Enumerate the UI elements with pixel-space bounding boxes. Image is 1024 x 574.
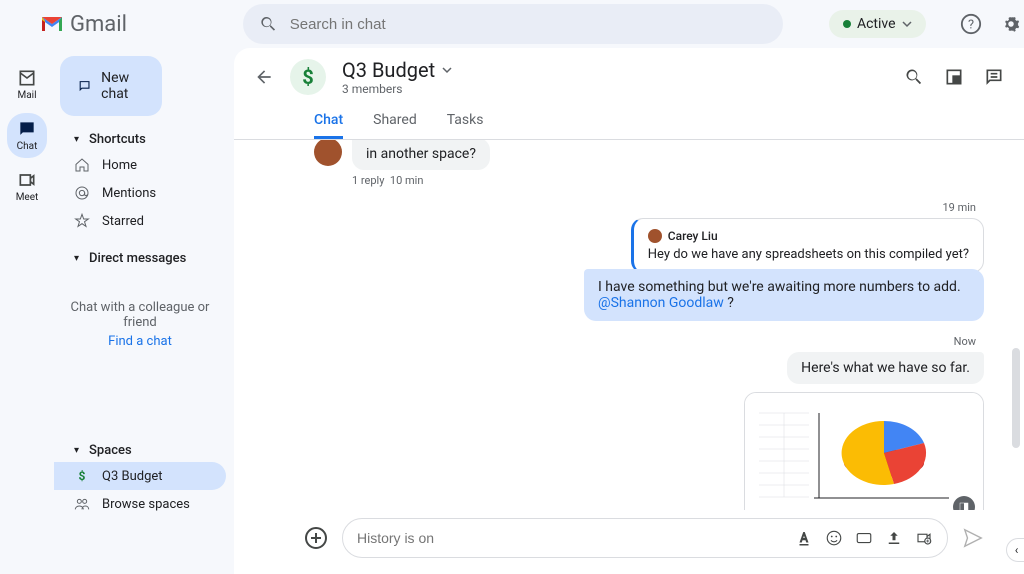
sidebar-icon <box>958 501 970 510</box>
spaces-header[interactable]: ▾Spaces <box>54 439 226 462</box>
sidebar-mentions[interactable]: Mentions <box>54 179 226 207</box>
tab-tasks[interactable]: Tasks <box>447 104 484 139</box>
upload-icon[interactable] <box>885 529 903 547</box>
content-pane: $ Q3 Budget 3 members Chat Shared Tasks … <box>234 48 1024 574</box>
back-arrow[interactable] <box>254 67 274 87</box>
search-input[interactable] <box>290 16 767 33</box>
quote-avatar <box>648 229 662 243</box>
thread-icon[interactable] <box>984 67 1004 87</box>
svg-text:?: ? <box>967 18 973 33</box>
settings-icon[interactable] <box>1000 13 1022 35</box>
message-list[interactable]: in another space? 1 reply 10 min 19 min … <box>234 140 1024 510</box>
own-message: Here's what we have so far. <box>787 352 984 384</box>
scrollbar[interactable] <box>1012 348 1020 448</box>
space-q3-budget[interactable]: $Q3 Budget <box>54 462 226 490</box>
app-rail: Mail Chat Meet <box>0 48 54 574</box>
svg-text:$: $ <box>79 469 86 483</box>
attachment-card[interactable]: Q3 chart <box>744 392 984 510</box>
format-icon[interactable] <box>795 529 813 547</box>
find-chat-link[interactable]: Find a chat <box>66 334 214 349</box>
dollar-icon: $ <box>74 468 90 484</box>
new-chat-button[interactable]: New chat <box>60 56 162 116</box>
timestamp: 19 min <box>314 201 976 214</box>
status-pill[interactable]: Active <box>829 10 926 38</box>
sidebar-home[interactable]: Home <box>54 151 226 179</box>
add-button[interactable] <box>304 526 328 550</box>
search-icon <box>259 14 278 34</box>
chevron-down-icon <box>902 19 912 29</box>
status-dot-icon <box>843 20 851 28</box>
help-icon[interactable]: ? <box>960 13 982 35</box>
star-icon <box>74 213 90 229</box>
attachment-preview <box>745 393 983 510</box>
gmail-icon <box>40 15 64 33</box>
message-bubble: in another space? <box>352 140 490 170</box>
find-chat-prompt: Chat with a colleague or friend Find a c… <box>54 300 226 349</box>
browse-spaces[interactable]: Browse spaces <box>54 490 226 518</box>
timestamp: Now <box>314 335 976 348</box>
meet-link-icon[interactable] <box>915 529 933 547</box>
gif-icon[interactable] <box>855 529 873 547</box>
chevron-down-icon: ▾ <box>74 445 79 456</box>
home-icon <box>74 157 90 173</box>
sidebar-starred[interactable]: Starred <box>54 207 226 235</box>
emoji-icon[interactable] <box>825 529 843 547</box>
tab-chat[interactable]: Chat <box>314 104 343 139</box>
gmail-text: Gmail <box>70 12 127 37</box>
compose-box[interactable] <box>342 518 948 558</box>
rail-meet[interactable]: Meet <box>7 164 47 209</box>
popup-icon[interactable] <box>944 67 964 87</box>
space-avatar: $ <box>290 59 326 95</box>
meet-icon <box>17 170 37 190</box>
dms-header[interactable]: ▾Direct messages <box>54 247 226 270</box>
rail-chat[interactable]: Chat <box>7 113 47 158</box>
chevron-down-icon: ▾ <box>74 253 79 264</box>
mention-link[interactable]: @Shannon Goodlaw <box>598 295 727 311</box>
compose-input[interactable] <box>357 530 795 546</box>
quoted-message: Carey Liu Hey do we have any spreadsheet… <box>631 218 984 273</box>
rail-mail[interactable]: Mail <box>7 62 47 107</box>
reply-bubble: I have something but we're awaiting more… <box>584 269 984 321</box>
people-icon <box>74 496 90 512</box>
chat-title[interactable]: Q3 Budget <box>342 58 453 82</box>
chat-icon <box>17 119 37 139</box>
chevron-down-icon: ▾ <box>74 134 79 145</box>
chat-bubble-icon <box>78 77 91 95</box>
mail-icon <box>17 68 37 88</box>
chevron-down-icon <box>441 64 453 76</box>
search-bar[interactable] <box>243 4 783 44</box>
search-in-space-icon[interactable] <box>904 67 924 87</box>
status-label: Active <box>857 16 896 32</box>
tab-shared[interactable]: Shared <box>373 104 417 139</box>
reply-meta[interactable]: 1 reply 10 min <box>352 174 984 187</box>
sender-avatar[interactable] <box>314 140 342 166</box>
side-panel-toggle[interactable]: ‹ <box>1006 538 1024 562</box>
send-button[interactable] <box>962 527 984 549</box>
at-icon <box>74 185 90 201</box>
shortcuts-header[interactable]: ▾Shortcuts <box>54 128 226 151</box>
gmail-logo[interactable]: Gmail <box>40 12 127 37</box>
member-count[interactable]: 3 members <box>342 82 453 96</box>
sidebar: New chat ▾Shortcuts Home Mentions Starre… <box>54 48 234 574</box>
